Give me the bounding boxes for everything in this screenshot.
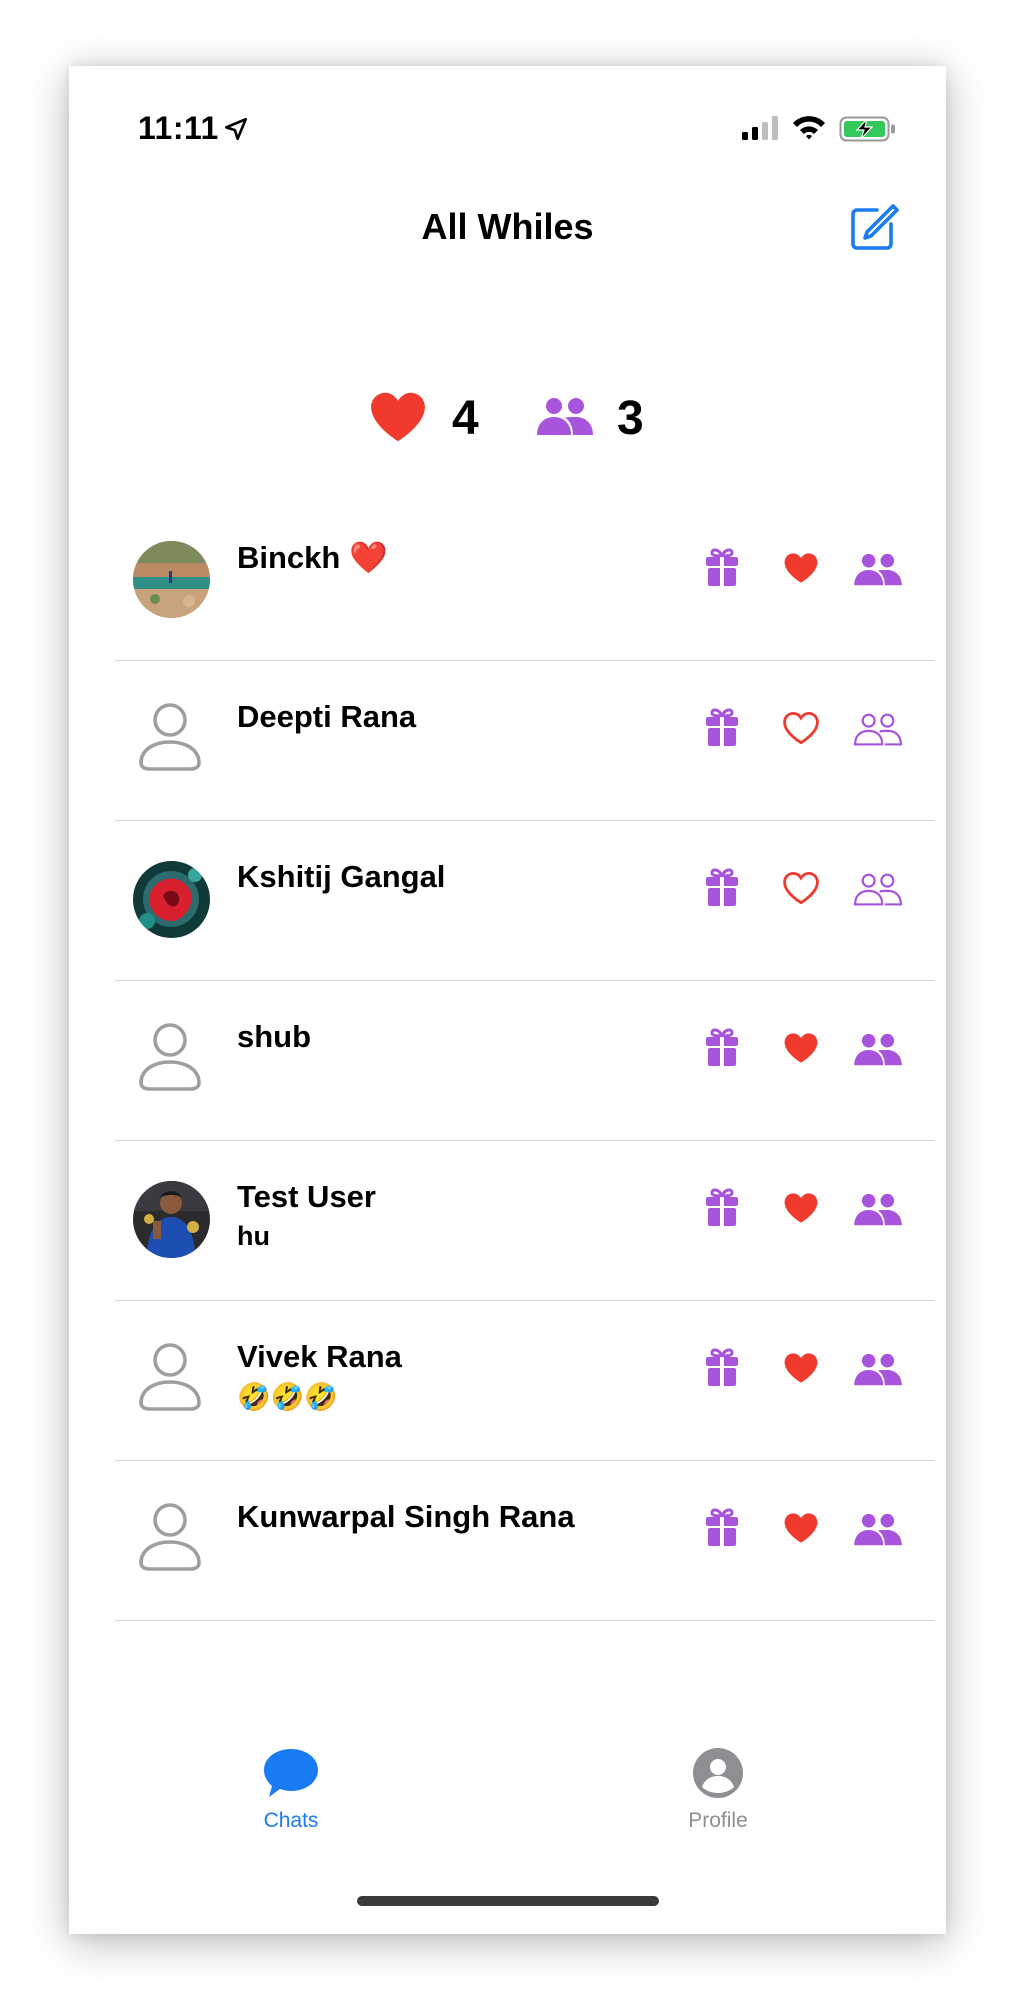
contact-row[interactable]: Test User hu	[69, 1141, 946, 1301]
heart-icon	[371, 392, 425, 442]
cellular-signal-icon	[742, 116, 778, 140]
status-time: 11:11	[138, 110, 219, 146]
battery-charging-icon	[839, 116, 895, 142]
friends-outline-icon[interactable]	[852, 873, 904, 907]
row-divider	[115, 1620, 934, 1621]
tab-profile[interactable]: Profile	[638, 1746, 798, 1833]
default-avatar-icon	[139, 1343, 201, 1411]
heart-filled-icon[interactable]	[782, 1351, 820, 1385]
heart-filled-icon[interactable]	[782, 1031, 820, 1065]
gift-icon[interactable]	[705, 1507, 739, 1547]
friends-filled-icon[interactable]	[852, 1353, 904, 1387]
contact-name: Kunwarpal Singh Rana	[237, 1499, 575, 1534]
tab-profile-label: Profile	[688, 1809, 748, 1832]
avatar	[133, 541, 210, 618]
tab-chats-label: Chats	[263, 1809, 319, 1832]
last-message: hu	[237, 1221, 270, 1251]
summary-counts: 4 3	[69, 391, 946, 451]
compose-icon[interactable]	[847, 202, 899, 254]
friends-filled-icon[interactable]	[852, 1193, 904, 1227]
heart-filled-icon[interactable]	[782, 551, 820, 585]
gift-icon[interactable]	[705, 1027, 739, 1067]
gift-icon[interactable]	[705, 547, 739, 587]
contact-row[interactable]: Deepti Rana	[69, 661, 946, 821]
default-avatar-icon	[139, 703, 201, 771]
friends-outline-icon[interactable]	[852, 713, 904, 747]
contact-row[interactable]: Binckh ❤️	[69, 501, 946, 661]
tab-chats[interactable]: Chats	[211, 1746, 371, 1833]
gift-icon[interactable]	[705, 867, 739, 907]
contact-row[interactable]: Kshitij Gangal	[69, 821, 946, 981]
last-message: 🤣🤣🤣	[237, 1382, 338, 1412]
hearts-count: 4	[452, 392, 479, 445]
contact-name: Test User	[237, 1179, 376, 1214]
contact-row[interactable]: Vivek Rana 🤣🤣🤣	[69, 1301, 946, 1461]
chat-bubble-icon	[264, 1749, 318, 1797]
heart-outline-icon[interactable]	[782, 711, 820, 745]
avatar	[133, 861, 210, 938]
phone-screen: 11:11 All Whiles 4 3 Binckh ❤️ Deepti Ra…	[69, 66, 946, 1934]
avatar	[133, 1181, 210, 1258]
friends-filled-icon[interactable]	[852, 1513, 904, 1547]
contact-name: Kshitij Gangal	[237, 859, 446, 894]
friends-filled-icon[interactable]	[852, 553, 904, 587]
home-indicator	[357, 1896, 659, 1906]
gift-icon[interactable]	[705, 707, 739, 747]
tab-bar: Chats Profile	[69, 1746, 946, 1846]
wifi-icon	[793, 116, 825, 140]
location-arrow-icon	[224, 117, 248, 141]
contact-name: Binckh ❤️	[237, 540, 388, 575]
gift-icon[interactable]	[705, 1347, 739, 1387]
contact-row[interactable]: shub	[69, 981, 946, 1141]
heart-filled-icon[interactable]	[782, 1191, 820, 1225]
contact-name: Vivek Rana	[237, 1339, 402, 1374]
default-avatar-icon	[139, 1503, 201, 1571]
friends-icon	[537, 398, 593, 435]
friends-count: 3	[617, 392, 644, 445]
contact-name: shub	[237, 1019, 312, 1054]
contact-name: Deepti Rana	[237, 699, 417, 734]
friends-filled-icon[interactable]	[852, 1033, 904, 1067]
gift-icon[interactable]	[705, 1187, 739, 1227]
page-title: All Whiles	[421, 206, 594, 247]
profile-icon	[693, 1748, 743, 1798]
heart-outline-icon[interactable]	[782, 871, 820, 905]
default-avatar-icon	[139, 1023, 201, 1091]
contact-row[interactable]: Kunwarpal Singh Rana	[69, 1461, 946, 1621]
heart-filled-icon[interactable]	[782, 1511, 820, 1545]
